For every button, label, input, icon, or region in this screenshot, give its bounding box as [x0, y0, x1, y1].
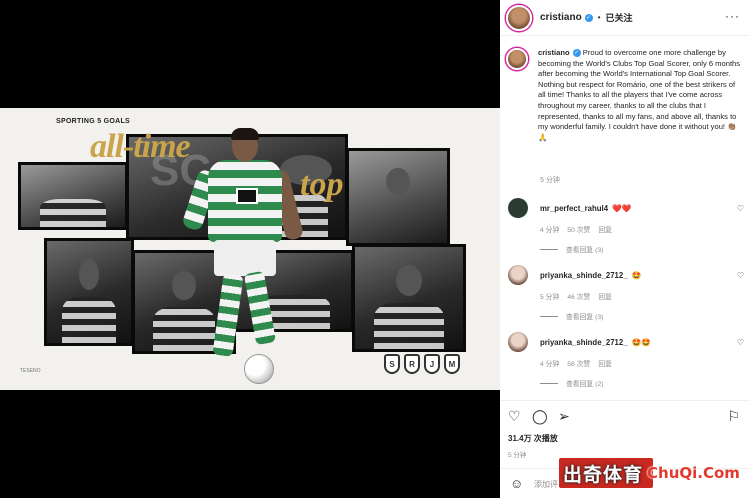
comment-item: mr_perfect_rahul4 ❤️❤️ ♡ 4 分钟 50 次赞 回复 查看…	[508, 198, 748, 254]
verified-badge-icon: ✓	[584, 13, 593, 22]
separator-dot: •	[597, 13, 601, 22]
post-header: cristiano ✓ • 已关注 ···	[500, 0, 750, 36]
comment-item: priyanka_shinde_2712_ 🤩 ♡ 5 分钟 46 次赞 回复 查…	[508, 265, 748, 321]
comment-likes[interactable]: 58 次赞	[567, 358, 590, 368]
watermark-en-text: ChuQi.Com	[647, 464, 740, 482]
comment-text: priyanka_shinde_2712_ 🤩🤩	[540, 338, 651, 347]
post-sidebar: cristiano ✓ • 已关注 ··· cristiano ✓ Proud t…	[500, 0, 750, 498]
comment-time: 4 分钟	[540, 361, 560, 368]
add-comment-input[interactable]: 添加评	[534, 479, 558, 490]
comment-meta: 5 分钟 46 次赞 回复	[540, 291, 748, 301]
comment-like-icon[interactable]: ♡	[737, 271, 744, 280]
juventus-crest-icon: J	[424, 354, 440, 374]
photo-frame-1	[18, 162, 128, 230]
view-replies-label: 查看回复 (3)	[566, 247, 604, 254]
comment-avatar[interactable]	[508, 332, 528, 352]
avatar[interactable]	[506, 4, 532, 31]
comment-meta: 4 分钟 58 次赞 回复	[540, 358, 748, 368]
football-icon	[244, 354, 274, 384]
comment-meta: 4 分钟 50 次赞 回复	[540, 224, 748, 234]
comment-text: priyanka_shinde_2712_ 🤩	[540, 271, 641, 280]
watermark-cn-text: 出奇体育	[563, 463, 644, 486]
comment-reply-button[interactable]: 回复	[598, 358, 612, 368]
sporting-crest-icon: S	[384, 354, 400, 374]
view-replies-button[interactable]: 查看回复 (3)	[540, 244, 748, 254]
comment-body: 🤩	[631, 270, 642, 280]
caption-body: Proud to overcome one more challenge by …	[538, 48, 741, 142]
photo-frame-4	[44, 238, 134, 346]
heart-icon[interactable]: ♡	[508, 409, 521, 423]
real-madrid-crest-icon: R	[404, 354, 420, 374]
comment-body: 🤩🤩	[631, 337, 651, 347]
comment-reply-button[interactable]: 回复	[598, 224, 612, 234]
club-crests: S R J M	[384, 354, 460, 374]
photo-frame-3	[346, 148, 450, 246]
caption-time: 5 分钟	[540, 177, 560, 184]
poster-title-line2: top	[300, 166, 344, 203]
verified-badge-icon: ✓	[572, 49, 581, 57]
comment-text: mr_perfect_rahul4 ❤️❤️	[540, 204, 631, 213]
comment-avatar[interactable]	[508, 265, 528, 285]
post-caption: cristiano ✓ Proud to overcome one more ch…	[506, 48, 746, 143]
man-united-crest-icon: M	[444, 354, 460, 374]
emoji-icon[interactable]: ☺	[510, 476, 523, 491]
photo-frame-7	[352, 244, 466, 352]
player-figure	[181, 128, 305, 385]
comment-reply-button[interactable]: 回复	[598, 291, 612, 301]
site-watermark: 出奇体育 ChuQi.Com	[559, 458, 741, 488]
poster-kicker: SPORTING 5 GOALS	[56, 118, 131, 125]
comment-like-icon[interactable]: ♡	[737, 338, 744, 347]
post-time: 5 分钟	[508, 452, 527, 459]
caption-avatar[interactable]	[506, 48, 528, 70]
caption-text-block: cristiano ✓ Proud to overcome one more ch…	[538, 48, 743, 143]
follow-status-button[interactable]: 已关注	[606, 11, 633, 24]
post-image[interactable]: SPORTING 5 GOALS SC all-time top S R J M…	[0, 108, 500, 390]
comment-username[interactable]: priyanka_shinde_2712_	[540, 271, 628, 280]
comment-time: 5 分钟	[540, 294, 560, 301]
comment-time: 4 分钟	[540, 227, 560, 234]
poster-title-line1: all-time	[90, 128, 191, 165]
comment-body: ❤️❤️	[612, 203, 632, 213]
share-icon[interactable]: ➢	[558, 409, 570, 423]
header-username[interactable]: cristiano	[540, 12, 582, 23]
comment-like-icon[interactable]: ♡	[737, 204, 744, 213]
bookmark-icon[interactable]: ⚐	[727, 409, 740, 423]
comment-username[interactable]: mr_perfect_rahul4	[540, 204, 608, 213]
view-replies-button[interactable]: 查看回复 (3)	[540, 311, 748, 321]
comment-item: priyanka_shinde_2712_ 🤩🤩 ♡ 4 分钟 58 次赞 回复 …	[508, 332, 748, 388]
comment-username[interactable]: priyanka_shinde_2712_	[540, 338, 628, 347]
comment-avatar[interactable]	[508, 198, 528, 218]
view-replies-button[interactable]: 查看回复 (2)	[540, 378, 748, 388]
post-media-area[interactable]: SPORTING 5 GOALS SC all-time top S R J M…	[0, 0, 500, 498]
caption-username[interactable]: cristiano	[538, 48, 570, 57]
instagram-post-viewer: SPORTING 5 GOALS SC all-time top S R J M…	[0, 0, 750, 498]
comment-likes[interactable]: 50 次赞	[567, 224, 590, 234]
view-replies-label: 查看回复 (2)	[566, 381, 604, 388]
view-replies-label: 查看回复 (3)	[566, 314, 604, 321]
more-options-icon[interactable]: ···	[725, 9, 740, 23]
comment-icon[interactable]: ◯	[532, 409, 548, 423]
comment-likes[interactable]: 46 次赞	[567, 291, 590, 301]
poster-signature: TESENO	[20, 368, 41, 374]
view-count[interactable]: 31.4万 次播放	[508, 433, 558, 444]
post-actions-bar: ♡ ◯ ➢ ⚐	[500, 400, 750, 430]
